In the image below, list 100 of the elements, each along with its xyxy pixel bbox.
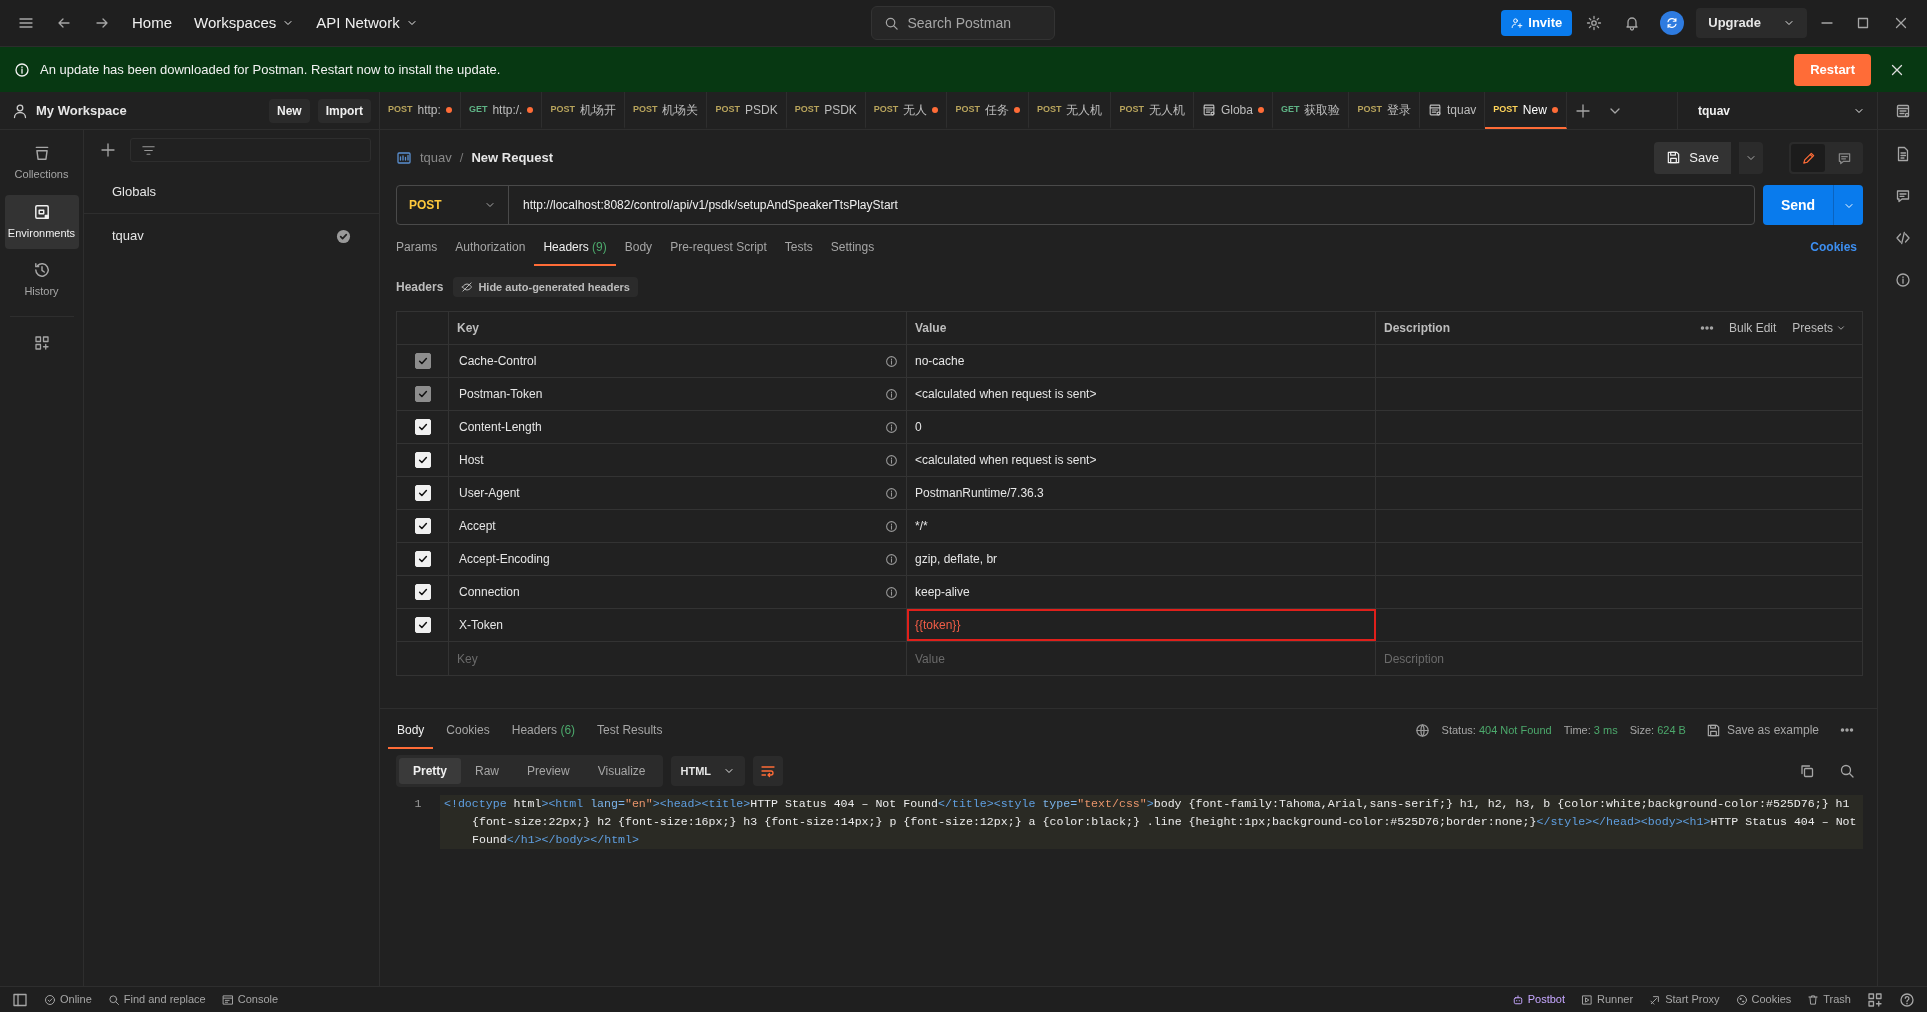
nav-menu-item[interactable]: API Network (308, 7, 426, 39)
request-tab[interactable]: POST 机场关 (624, 92, 708, 129)
request-tab[interactable]: POST 机场开 (542, 92, 625, 129)
checkbox[interactable] (414, 485, 431, 501)
cookies-link[interactable]: Cookies (1804, 237, 1863, 257)
header-button[interactable]: Import (317, 98, 371, 123)
check-icon (416, 520, 429, 532)
proxy-button[interactable]: Start Proxy (1643, 991, 1726, 1008)
request-tab[interactable]: POST 无人 (865, 92, 948, 129)
view-mode-tab[interactable]: Preview (513, 758, 584, 784)
find-replace-button[interactable]: Find and replace (101, 991, 212, 1008)
checkbox[interactable] (414, 551, 431, 567)
table-action-button[interactable]: Presets (1784, 315, 1854, 341)
response-tab[interactable]: Headers (6) (502, 711, 585, 749)
request-tab[interactable]: POST PSDK (707, 92, 787, 129)
request-option-tab[interactable]: Settings (821, 228, 884, 266)
response-tab[interactable]: Test Results (588, 711, 672, 749)
request-option-tab[interactable]: Tests (775, 228, 822, 266)
nav-menu-item[interactable]: Home (124, 7, 180, 39)
request-option-tab[interactable]: Pre-request Script (661, 228, 776, 266)
avatar[interactable] (1660, 11, 1685, 35)
checkbox[interactable] (414, 419, 431, 435)
close-icon (1893, 15, 1909, 31)
format-dropdown[interactable]: HTML (670, 756, 746, 786)
menu-icon (18, 15, 34, 31)
trash-button[interactable]: Trash (1801, 991, 1857, 1008)
checkbox[interactable] (414, 584, 431, 600)
save-button[interactable]: Save (1654, 141, 1731, 174)
chevron-down-icon (1836, 323, 1846, 333)
environment-selector[interactable]: tquav (1677, 92, 1877, 129)
send-button[interactable]: Send (1763, 185, 1833, 225)
checkbox[interactable] (414, 617, 431, 633)
column-header: Value (915, 320, 947, 337)
request-tab[interactable]: POST 任务 (947, 92, 1029, 129)
search-field[interactable]: Search Postman (871, 6, 1056, 40)
user-icon (12, 102, 28, 119)
runner-button[interactable]: Runner (1575, 991, 1640, 1008)
view-mode-tab[interactable]: Raw (461, 758, 514, 784)
history-icon (32, 261, 51, 279)
nav-menu-item[interactable]: Workspaces (186, 7, 303, 39)
play-icon (1581, 993, 1594, 1006)
maximize-icon (1855, 15, 1871, 31)
hide-headers-button[interactable]: Hide auto-generated headers (453, 276, 638, 298)
method-dropdown[interactable]: POST (397, 186, 509, 224)
window-eye-icon (1894, 102, 1911, 119)
save-example-button[interactable]: Save as example (1697, 717, 1827, 743)
view-mode-tab[interactable]: Visualize (583, 758, 660, 784)
filter-field[interactable] (130, 138, 371, 162)
edit-mode-button[interactable] (1791, 143, 1825, 172)
request-tab[interactable]: Globa (1193, 92, 1273, 129)
request-tab[interactable]: POST 无人机 (1028, 92, 1112, 129)
save-icon (1666, 150, 1682, 165)
table-action-button[interactable]: Bulk Edit (1720, 315, 1785, 341)
environment-item[interactable]: tquav (84, 214, 379, 258)
breadcrumb-link[interactable]: tquav (420, 147, 452, 168)
sidebar-item[interactable]: Collections (4, 136, 79, 191)
comment-icon (1836, 150, 1852, 166)
request-option-tab[interactable]: Body (615, 228, 662, 266)
request-option-tab[interactable]: Params (387, 228, 447, 266)
checkbox[interactable] (414, 518, 431, 534)
sidebar-item[interactable]: History (4, 253, 79, 308)
header-button[interactable]: New (268, 98, 310, 123)
online-status[interactable]: Online (38, 991, 98, 1008)
header-value: */* (915, 518, 928, 535)
wrap-icon (760, 763, 777, 779)
checkbox[interactable] (414, 452, 431, 468)
url-field[interactable]: http://localhost:8082/control/api/v1/psdk/setupAndSpeakerTtsPlayStart (509, 196, 912, 214)
request-tab[interactable]: POST New (1485, 92, 1567, 129)
line-number: 1 (413, 796, 423, 812)
header-key: Accept-Encoding (459, 550, 885, 568)
grid-plus-icon (33, 334, 50, 351)
request-tab[interactable]: POST http: (380, 92, 461, 129)
header-value: keep-alive (915, 584, 970, 601)
postbot-button[interactable]: Postbot (1505, 991, 1572, 1008)
request-tab[interactable]: GET http:/. (460, 92, 543, 129)
request-tab[interactable]: POST 登录 (1349, 92, 1420, 129)
invite-button[interactable]: Invite (1501, 10, 1573, 36)
request-tab[interactable]: tquav (1420, 92, 1486, 129)
window-eye-icon (1201, 102, 1216, 117)
sidebar-item[interactable]: Environments (4, 194, 79, 249)
request-option-tab[interactable]: Headers (9) (534, 228, 616, 266)
request-tab[interactable]: POST 无人机 (1111, 92, 1194, 129)
response-meta: Time: 3 ms (1563, 722, 1618, 738)
upgrade-button[interactable]: Upgrade (1696, 8, 1807, 38)
request-tab[interactable]: GET 获取验 (1272, 92, 1350, 129)
response-tab[interactable]: Body (388, 711, 434, 749)
environment-item[interactable]: Globals (84, 170, 379, 214)
cookies-button[interactable]: Cookies (1729, 991, 1798, 1008)
response-tab[interactable]: Cookies (437, 711, 499, 749)
request-tab[interactable]: POST PSDK (786, 92, 866, 129)
trash-icon (1807, 993, 1820, 1006)
wrap-lines-button[interactable] (753, 756, 784, 786)
request-icon (396, 149, 412, 166)
arrow-icon (1649, 993, 1662, 1006)
view-mode-tab[interactable]: Pretty (399, 758, 461, 784)
breadcrumb-separator: / (459, 148, 464, 167)
console-button[interactable]: Console (215, 991, 285, 1008)
request-option-tab[interactable]: Authorization (446, 228, 535, 266)
check-icon (416, 421, 429, 433)
check-icon (416, 454, 429, 466)
